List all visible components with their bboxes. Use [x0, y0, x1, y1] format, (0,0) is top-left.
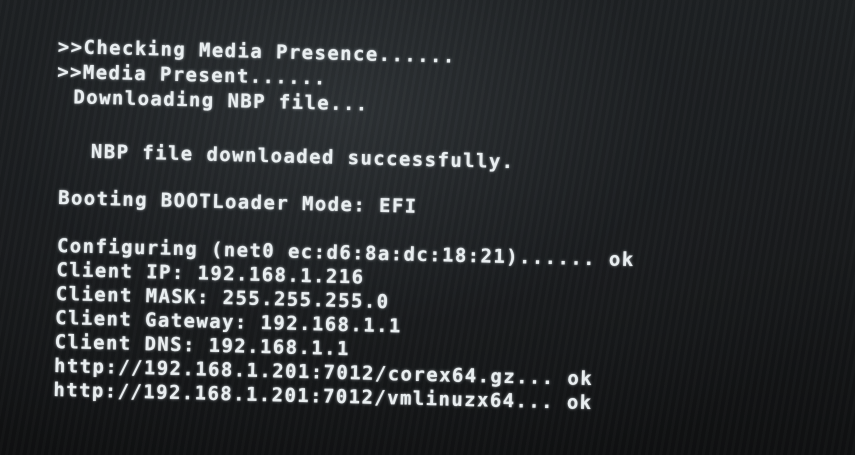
console-line-nbp-downloaded: NBP file downloaded successfully. [65, 140, 515, 174]
console-line-media-present: >>Media Present...... [56, 60, 328, 90]
console-line-booting-mode: Booting BOOTLoader Mode: EFI [57, 187, 418, 218]
console-line-downloading-nbp: Downloading NBP file... [60, 86, 369, 116]
monitor-screen: >>Checking Media Presence...... >>Media … [0, 0, 855, 455]
boot-console: >>Checking Media Presence...... >>Media … [0, 0, 855, 455]
